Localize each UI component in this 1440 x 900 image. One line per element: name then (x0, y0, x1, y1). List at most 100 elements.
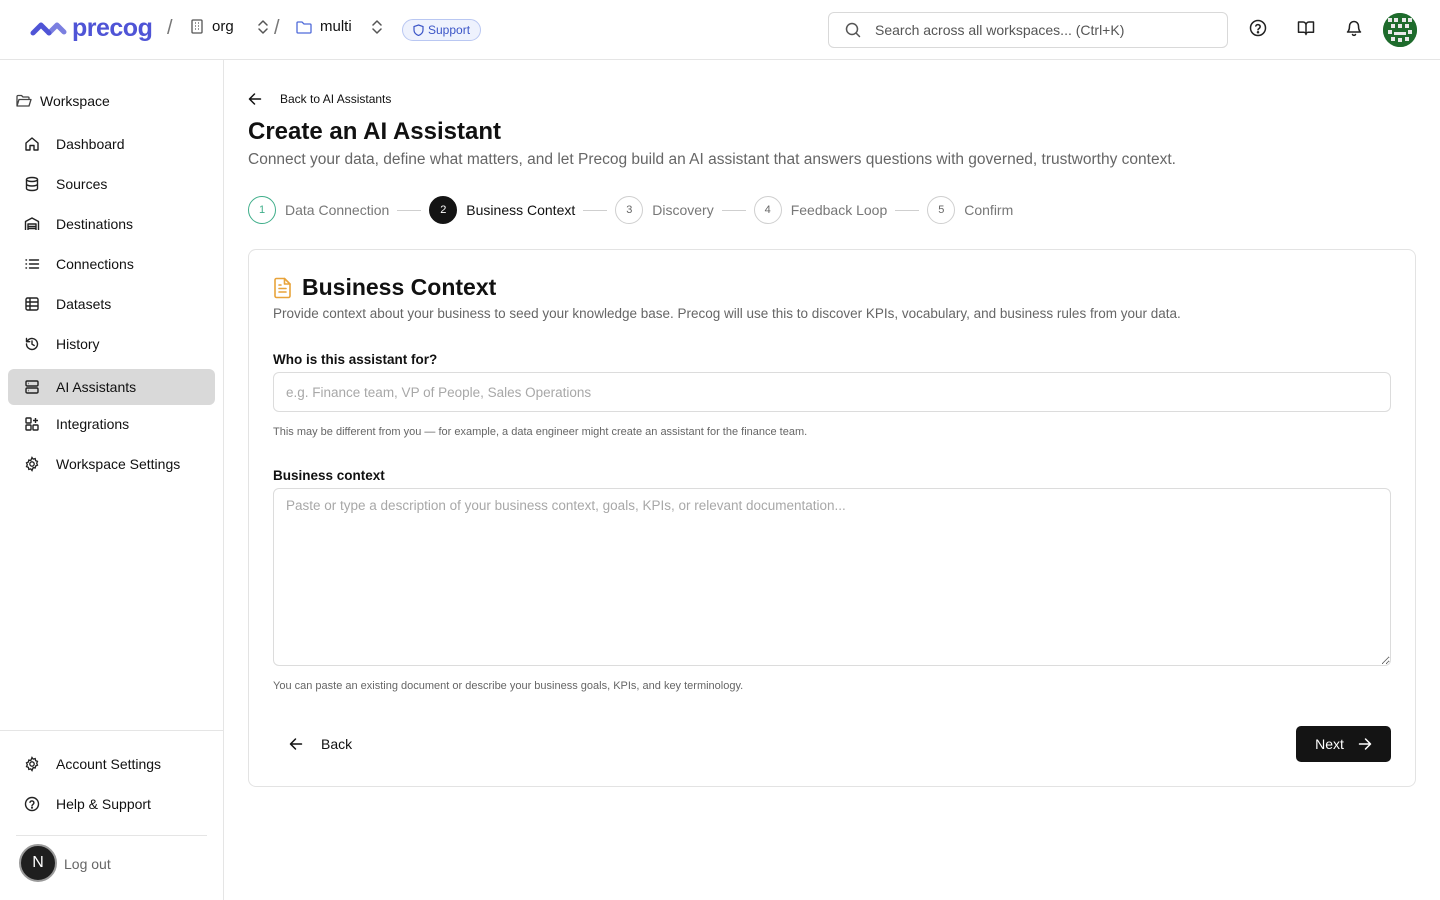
workspace-heading: Workspace (16, 93, 110, 109)
step-label: Feedback Loop (790, 202, 888, 218)
gear-icon (25, 456, 39, 472)
logout-link[interactable]: Log out (64, 856, 111, 872)
building-icon (191, 19, 203, 34)
business-context-hint: You can paste an existing document or de… (273, 680, 744, 692)
sidebar-item-workspace-settings[interactable]: Workspace Settings (8, 446, 215, 482)
breadcrumb-separator: / (167, 17, 173, 39)
sidebar-item-label: Workspace Settings (56, 456, 181, 472)
gear-icon (25, 756, 39, 772)
precog-logo[interactable]: precog (30, 14, 153, 43)
chevrons-up-down-icon (371, 19, 382, 34)
search-icon (845, 22, 861, 38)
sidebar-item-label: Integrations (56, 416, 130, 432)
audience-hint: This may be different from you — for exa… (273, 426, 808, 438)
bell-icon[interactable] (1345, 19, 1363, 37)
audience-input[interactable] (273, 372, 1391, 412)
step-feedback-loop: 4 Feedback Loop (753, 196, 888, 224)
step-number: 5 (927, 196, 956, 224)
arrow-left-icon (248, 93, 262, 105)
step-business-context[interactable]: 2 Business Context (429, 196, 575, 224)
sidebar: Workspace Dashboard Sources Destinations… (0, 60, 224, 900)
help-support-link[interactable]: Help & Support (24, 796, 151, 812)
user-avatar[interactable] (1383, 13, 1417, 47)
sidebar-item-label: Connections (56, 256, 134, 272)
step-number: 2 (429, 196, 458, 224)
card-header: Business Context (273, 274, 496, 301)
sidebar-item-destinations[interactable]: Destinations (8, 206, 215, 242)
back-button-label: Back (321, 736, 353, 752)
next-button-label: Next (1315, 736, 1344, 752)
arrow-left-icon (289, 738, 303, 750)
sidebar-item-label: Sources (56, 176, 108, 192)
sidebar-item-label: Destinations (56, 216, 134, 232)
precog-logo-icon (30, 22, 67, 35)
help-circle-icon[interactable] (1249, 19, 1267, 37)
help-circle-icon (24, 796, 40, 812)
org-switcher[interactable]: org (190, 18, 270, 35)
chevrons-up-down-icon (257, 19, 268, 34)
puzzle-icon (25, 417, 39, 431)
breadcrumb-separator: / (274, 17, 280, 39)
sidebar-item-integrations[interactable]: Integrations (8, 406, 215, 442)
sidebar-item-label: AI Assistants (56, 379, 137, 395)
top-bar: precog / org / multi Support Search acro… (0, 0, 1440, 60)
shield-icon (413, 24, 424, 36)
back-button[interactable]: Back (273, 726, 369, 762)
step-number: 1 (248, 196, 276, 224)
sidebar-item-ai-assistants[interactable]: AI Assistants (8, 369, 215, 405)
arrow-right-icon (1358, 738, 1372, 750)
sidebar-divider (16, 835, 207, 836)
list-icon (25, 259, 40, 269)
wizard-stepper: 1 Data Connection 2 Business Context 3 D… (248, 196, 1013, 224)
sidebar-item-sources[interactable]: Sources (8, 166, 215, 202)
back-to-assistants-link[interactable]: Back to AI Assistants (248, 92, 391, 106)
book-open-icon[interactable] (1297, 19, 1315, 37)
logo-text: precog (72, 14, 153, 42)
step-connector (895, 209, 920, 211)
next-button[interactable]: Next (1296, 726, 1391, 762)
step-connector (721, 209, 746, 211)
business-context-label: Business context (273, 468, 385, 483)
business-context-textarea[interactable] (273, 488, 1391, 666)
step-data-connection[interactable]: 1 Data Connection (248, 196, 389, 224)
table-icon (25, 297, 39, 311)
folder-open-icon (16, 94, 32, 107)
sidebar-item-dashboard[interactable]: Dashboard (8, 126, 215, 162)
home-icon (25, 137, 39, 151)
account-settings-label: Account Settings (56, 756, 162, 772)
card-title: Business Context (302, 274, 497, 300)
sidebar-item-label: Datasets (56, 296, 112, 312)
sidebar-divider (0, 730, 223, 731)
search-placeholder: Search across all workspaces... (Ctrl+K) (875, 22, 1125, 38)
file-text-icon (274, 277, 291, 298)
step-number: 3 (615, 196, 644, 224)
page-title: Create an AI Assistant (248, 118, 501, 145)
account-settings-link[interactable]: Account Settings (24, 756, 161, 772)
warehouse-icon (24, 217, 40, 230)
server-icon (25, 380, 39, 394)
pixel-avatar-icon (1383, 13, 1417, 47)
support-badge[interactable]: Support (402, 19, 482, 41)
step-label: Business Context (466, 202, 576, 218)
step-connector (397, 209, 422, 211)
step-discovery: 3 Discovery (615, 196, 714, 224)
step-label: Discovery (652, 202, 714, 218)
step-connector (583, 209, 608, 211)
sidebar-item-datasets[interactable]: Datasets (8, 286, 215, 322)
global-search[interactable]: Search across all workspaces... (Ctrl+K) (828, 12, 1228, 48)
page-subtitle: Connect your data, define what matters, … (248, 151, 1176, 168)
card-description: Provide context about your business to s… (273, 306, 1181, 321)
support-label: Support (428, 23, 471, 37)
user-avatar[interactable]: N (19, 844, 57, 882)
back-link-label: Back to AI Assistants (280, 92, 392, 106)
step-label: Confirm (964, 202, 1014, 218)
sidebar-item-label: History (56, 336, 100, 352)
workspace-label: Workspace (40, 93, 110, 109)
audience-label: Who is this assistant for? (273, 352, 438, 367)
step-number: 4 (753, 196, 782, 224)
project-switcher[interactable]: multi (296, 18, 384, 35)
org-label: org (212, 18, 234, 35)
sidebar-item-connections[interactable]: Connections (8, 246, 215, 282)
sidebar-item-label: Dashboard (56, 136, 125, 152)
sidebar-item-history[interactable]: History (8, 326, 215, 362)
